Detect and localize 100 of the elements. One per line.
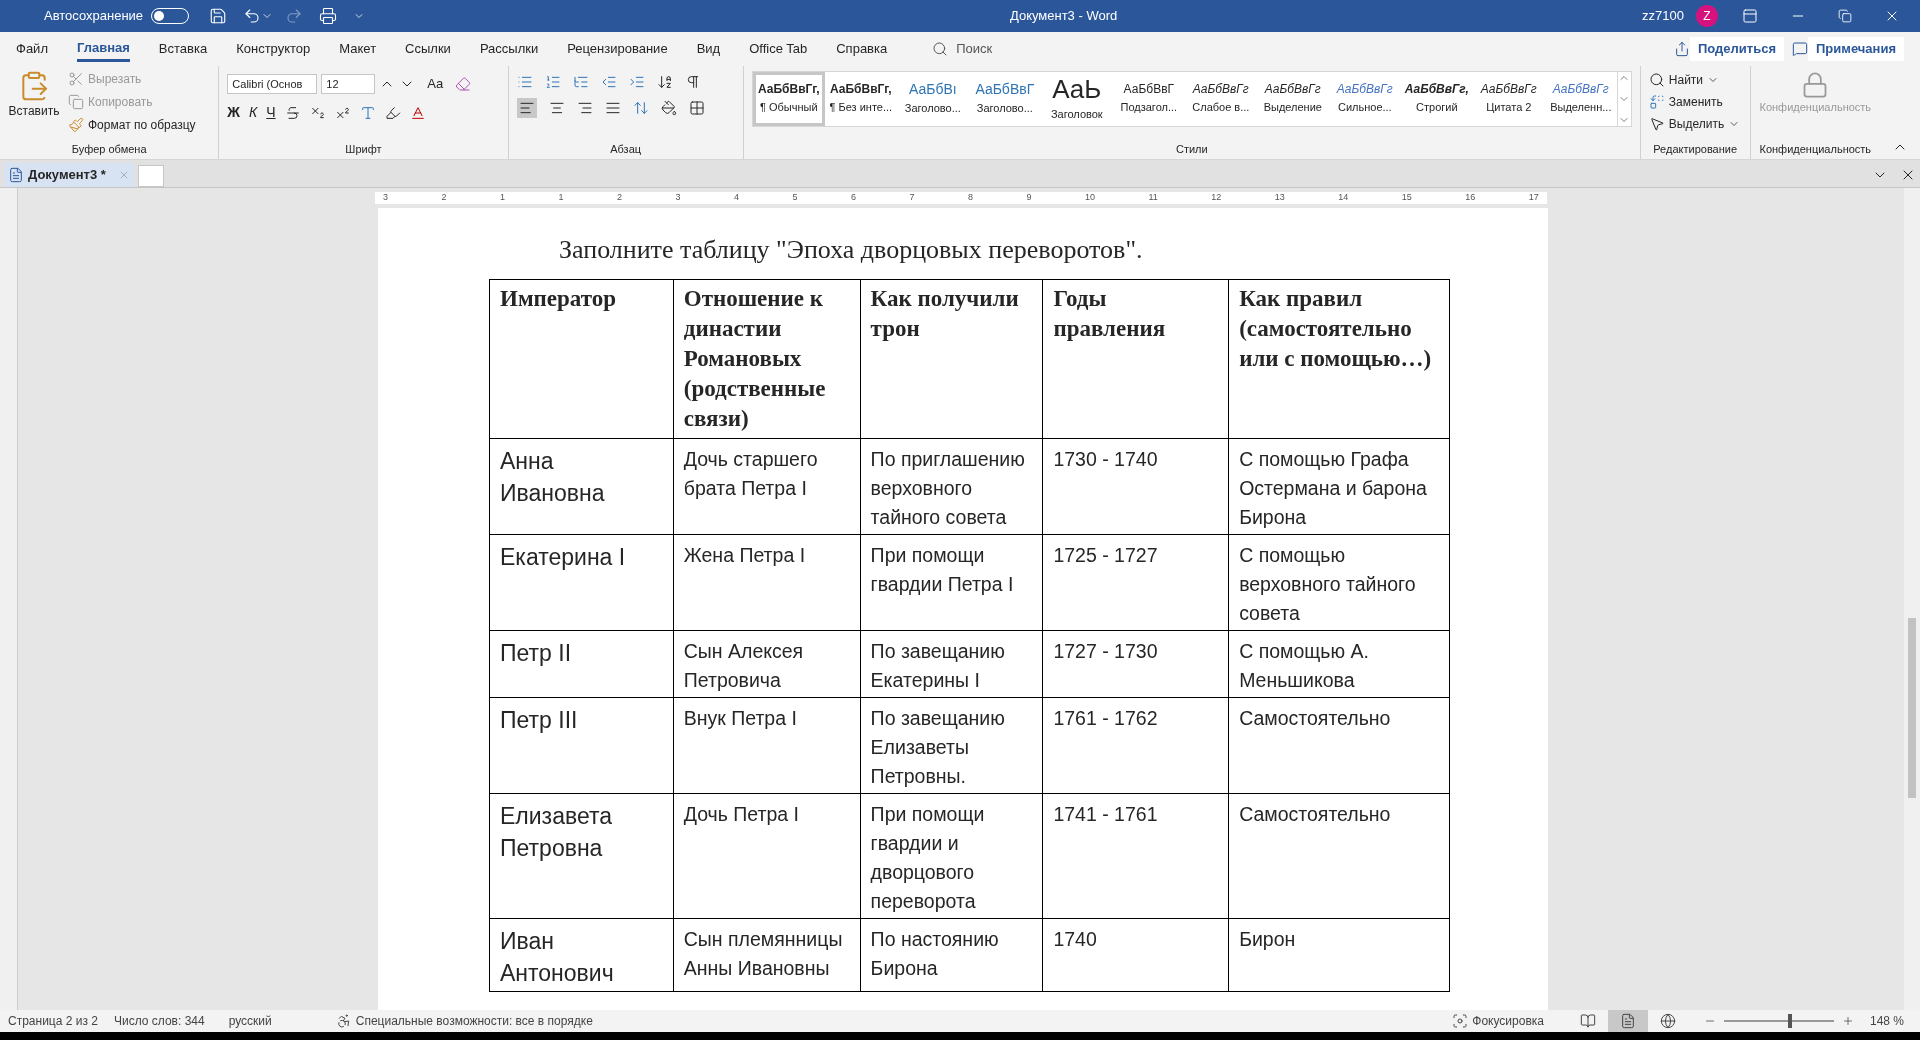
- user-avatar[interactable]: Z: [1696, 5, 1718, 27]
- replace-button[interactable]: Заменить: [1668, 93, 1723, 111]
- document-icon[interactable]: [8, 167, 24, 183]
- menu-tab[interactable]: Ссылки: [405, 36, 451, 62]
- italic-button[interactable]: К: [249, 102, 258, 123]
- table-cell: 1761 - 1762: [1042, 697, 1229, 794]
- paste-button[interactable]: Вставить: [8, 102, 60, 120]
- ruler-number: 3: [675, 191, 681, 205]
- style-gallery-item[interactable]: АаЬ Заголовок: [1040, 72, 1113, 126]
- text-effects-icon[interactable]: [359, 104, 376, 121]
- shading-icon[interactable]: [660, 100, 677, 116]
- menu-tab[interactable]: Вставка: [158, 36, 208, 62]
- save-icon[interactable]: [209, 7, 228, 25]
- zoom-in-icon[interactable]: [1841, 1015, 1854, 1027]
- select-button[interactable]: Выделить: [1668, 115, 1725, 133]
- table-cell: Сын племянницы Анны Ивановны: [673, 918, 861, 992]
- menu-tab[interactable]: Office Tab: [749, 36, 808, 62]
- sort-icon[interactable]: [656, 74, 673, 90]
- share-icon[interactable]: [1673, 41, 1690, 57]
- format-painter-button[interactable]: Формат по образцу: [88, 116, 196, 134]
- line-spacing-icon[interactable]: [632, 100, 649, 116]
- ruler-number: 11: [1148, 191, 1158, 205]
- strikethrough-icon[interactable]: [284, 104, 301, 121]
- change-case-button[interactable]: Aa: [427, 74, 444, 94]
- underline-button[interactable]: Ч: [266, 102, 276, 123]
- menu-tab[interactable]: Файл: [16, 36, 48, 62]
- focus-icon[interactable]: [1452, 1013, 1469, 1029]
- menu-tab[interactable]: Макет: [339, 36, 377, 62]
- align-right-icon[interactable]: [576, 100, 593, 116]
- zoom-thumb[interactable]: [1787, 1014, 1792, 1028]
- menu-tab[interactable]: Рецензирование: [567, 36, 668, 62]
- multilevel-list-icon[interactable]: [572, 74, 589, 90]
- menu-tab[interactable]: Вид: [696, 36, 721, 62]
- style-gallery-item[interactable]: АаБбВвГг Выделение: [1256, 72, 1329, 126]
- numbering-icon[interactable]: [544, 74, 561, 90]
- justify-icon[interactable]: [604, 100, 621, 116]
- highlighter-icon[interactable]: [384, 104, 401, 121]
- ruler-number: 5: [792, 191, 798, 205]
- search-icon[interactable]: [1648, 72, 1665, 88]
- font-color-icon[interactable]: [409, 104, 426, 121]
- print-preview-icon[interactable]: [319, 7, 338, 25]
- table-cell: Жена Петра I: [673, 534, 861, 631]
- align-left-icon[interactable]: [516, 98, 537, 118]
- style-gallery-item[interactable]: АаБбВвГ Подзагол...: [1112, 72, 1185, 126]
- decrease-indent-icon[interactable]: [600, 74, 617, 90]
- style-gallery-item[interactable]: АаБбВвГг Выделенн...: [1544, 72, 1617, 126]
- table-cell: При помощи гвардии Петра I: [860, 534, 1043, 631]
- group-label: Редактирование: [1652, 142, 1739, 157]
- undo-icon[interactable]: [243, 7, 262, 25]
- paintbrush-icon[interactable]: [68, 117, 84, 133]
- vertical-scrollbar[interactable]: [1904, 188, 1920, 1010]
- font-name-field[interactable]: Calibri (Основ: [227, 74, 318, 94]
- table-cell: 1740: [1042, 918, 1229, 992]
- style-gallery-item[interactable]: АаБбВвГг, ¶ Без инте...: [824, 72, 897, 126]
- table-cell: 1730 - 1740: [1042, 438, 1229, 535]
- replace-icon[interactable]: [1648, 94, 1665, 110]
- style-gallery-item[interactable]: АаБбВвГг Сильное...: [1328, 72, 1401, 126]
- ribbon-display-icon[interactable]: [1742, 8, 1758, 24]
- table-cell: Дочь Петра I: [673, 793, 861, 919]
- group-label: Стили: [1174, 141, 1209, 157]
- ruler-number: 1: [500, 191, 505, 205]
- menu-tab[interactable]: Главная: [76, 36, 130, 62]
- borders-icon[interactable]: [688, 100, 705, 116]
- menu-tab[interactable]: Рассылки: [479, 36, 539, 62]
- page-icon[interactable]: [1607, 1010, 1648, 1032]
- align-center-icon[interactable]: [548, 100, 565, 116]
- ruler-number: 12: [1211, 191, 1222, 205]
- comments-button[interactable]: Примечания: [1808, 37, 1904, 61]
- style-gallery-item[interactable]: АаБбВвГ Заголово...: [968, 72, 1041, 126]
- table-cell: Внук Петра I: [673, 697, 861, 794]
- bullets-icon[interactable]: [516, 74, 533, 90]
- style-gallery-item[interactable]: АаБбВı Заголово...: [896, 72, 969, 126]
- ruler-number: 1: [558, 191, 564, 205]
- table-cell: Самостоятельно: [1228, 793, 1450, 919]
- focus-button[interactable]: Фокусировка: [1472, 1012, 1544, 1030]
- scissors-icon[interactable]: [68, 71, 84, 87]
- restore-icon[interactable]: [1838, 9, 1852, 23]
- bold-button[interactable]: Ж: [227, 102, 240, 123]
- menu-tab[interactable]: Справка: [836, 36, 888, 62]
- search-icon[interactable]: [932, 41, 949, 57]
- search-field[interactable]: Поиск: [956, 39, 1077, 59]
- table-cell: Сын Алексея Петровича: [673, 630, 861, 698]
- column-header: Как получили трон: [860, 279, 1043, 439]
- table-cell: С помощью А. Меньшикова: [1228, 630, 1450, 698]
- zoom-slider[interactable]: [1723, 1014, 1834, 1028]
- increase-indent-icon[interactable]: [628, 74, 645, 90]
- style-gallery-item[interactable]: АаБбВвГг, ¶ Обычный: [752, 72, 825, 126]
- style-gallery-item[interactable]: АаБбВвГг, Строгий: [1400, 72, 1473, 126]
- style-gallery-item[interactable]: АаБбВвГг Слабое в...: [1184, 72, 1257, 126]
- share-button[interactable]: Поделиться: [1689, 37, 1784, 61]
- find-button[interactable]: Найти: [1668, 71, 1704, 89]
- ruler-number: 14: [1338, 191, 1349, 205]
- comment-icon[interactable]: [1792, 41, 1808, 57]
- style-gallery-item[interactable]: АаБбВвГг Цитата 2: [1472, 72, 1545, 126]
- font-size-field[interactable]: 12: [321, 74, 376, 94]
- word-count: Число слов: 344: [113, 1013, 205, 1030]
- menu-tab[interactable]: Конструктор: [236, 36, 311, 62]
- cursor-icon[interactable]: [1648, 116, 1665, 132]
- table-cell: Анна Ивановна: [489, 438, 674, 535]
- clear-formatting-icon[interactable]: [455, 76, 472, 92]
